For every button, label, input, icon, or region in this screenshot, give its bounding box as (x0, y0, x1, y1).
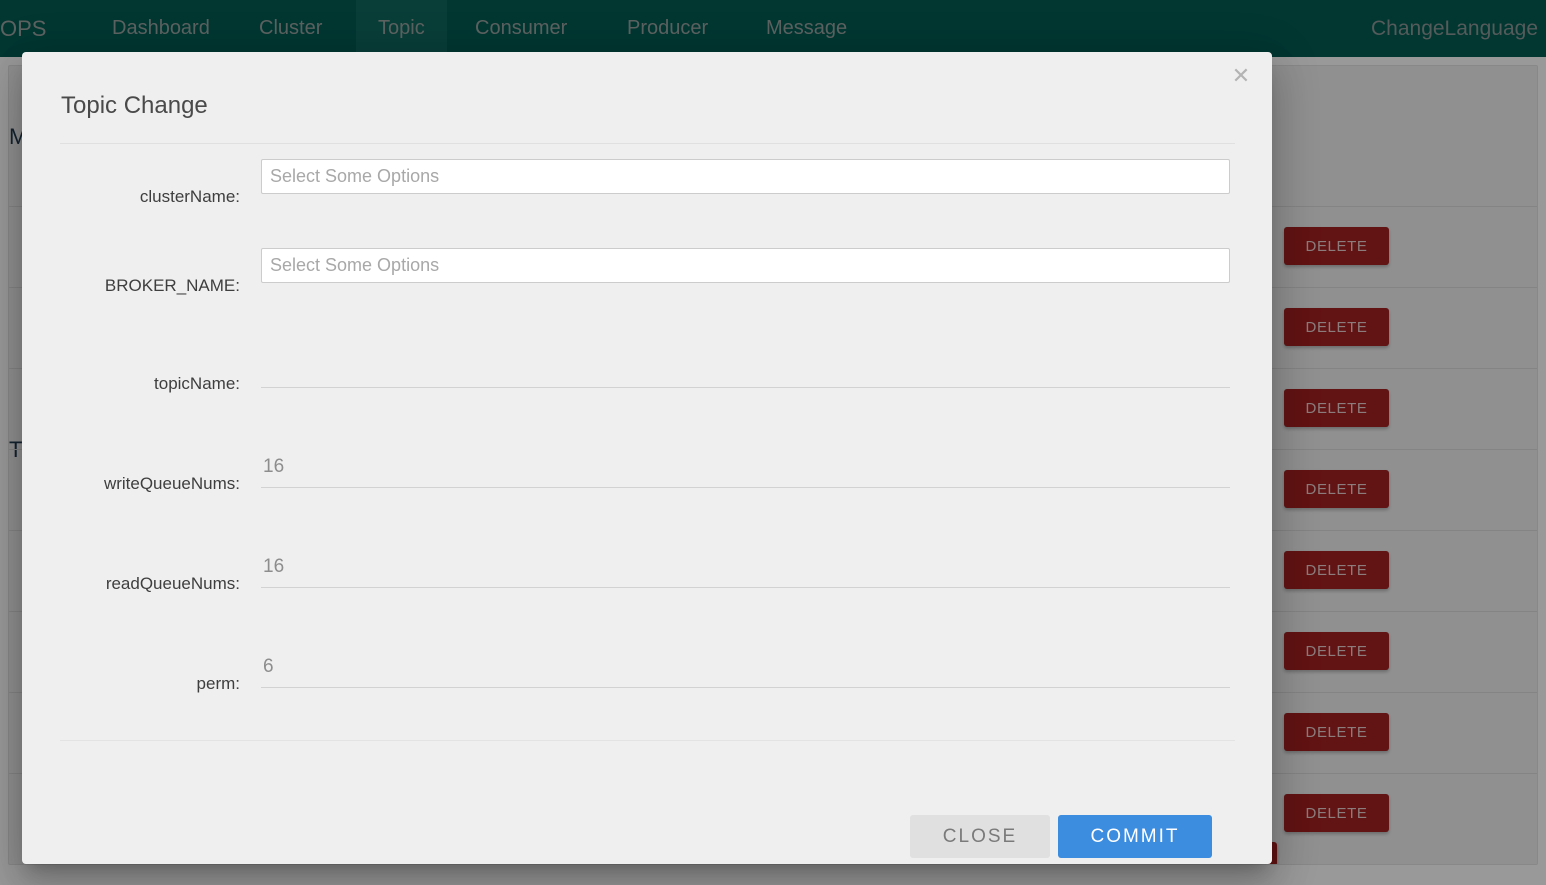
form-row: readQueueNums: (22, 532, 1272, 631)
dialog-footer: CLOSE COMMIT (22, 741, 1272, 863)
field-wrapper (261, 350, 1230, 388)
close-icon[interactable]: ✕ (1224, 60, 1258, 94)
dialog-form: clusterName: BROKER_NAME: topicName: writeQ… (22, 144, 1272, 740)
dialog-title: Topic Change (61, 92, 208, 119)
label-broker_name: BROKER_NAME: (104, 276, 240, 295)
form-row: perm: (22, 632, 1272, 731)
label-clustername: clusterName: (139, 187, 240, 206)
input-perm[interactable] (261, 650, 1230, 688)
field-wrapper (261, 450, 1230, 488)
select-clustername[interactable] (261, 159, 1230, 194)
label-readqueuenums: readQueueNums: (105, 574, 240, 593)
form-row: topicName: (22, 332, 1272, 431)
label-topicname: topicName: (154, 374, 240, 393)
input-topicname[interactable] (261, 350, 1230, 388)
select-broker_name[interactable] (261, 248, 1230, 283)
form-row: BROKER_NAME: (22, 233, 1272, 332)
form-row: writeQueueNums: (22, 432, 1272, 531)
field-wrapper (261, 650, 1230, 688)
field-wrapper (261, 550, 1230, 588)
form-row: clusterName: (22, 144, 1272, 243)
field-wrapper (261, 248, 1230, 283)
commit-button[interactable]: COMMIT (1058, 815, 1212, 858)
input-writequeuenums[interactable] (261, 450, 1230, 488)
label-perm: perm: (196, 674, 240, 693)
label-writequeuenums: writeQueueNums: (103, 474, 240, 493)
topic-change-dialog: ✕ Topic Change clusterName: BROKER_NAME:t… (22, 52, 1272, 864)
close-button[interactable]: CLOSE (910, 815, 1050, 858)
app-root: MA T DELETEDELETEDELETEDELETEDELETEDELET… (0, 0, 1546, 885)
field-wrapper (261, 159, 1230, 194)
input-readqueuenums[interactable] (261, 550, 1230, 588)
